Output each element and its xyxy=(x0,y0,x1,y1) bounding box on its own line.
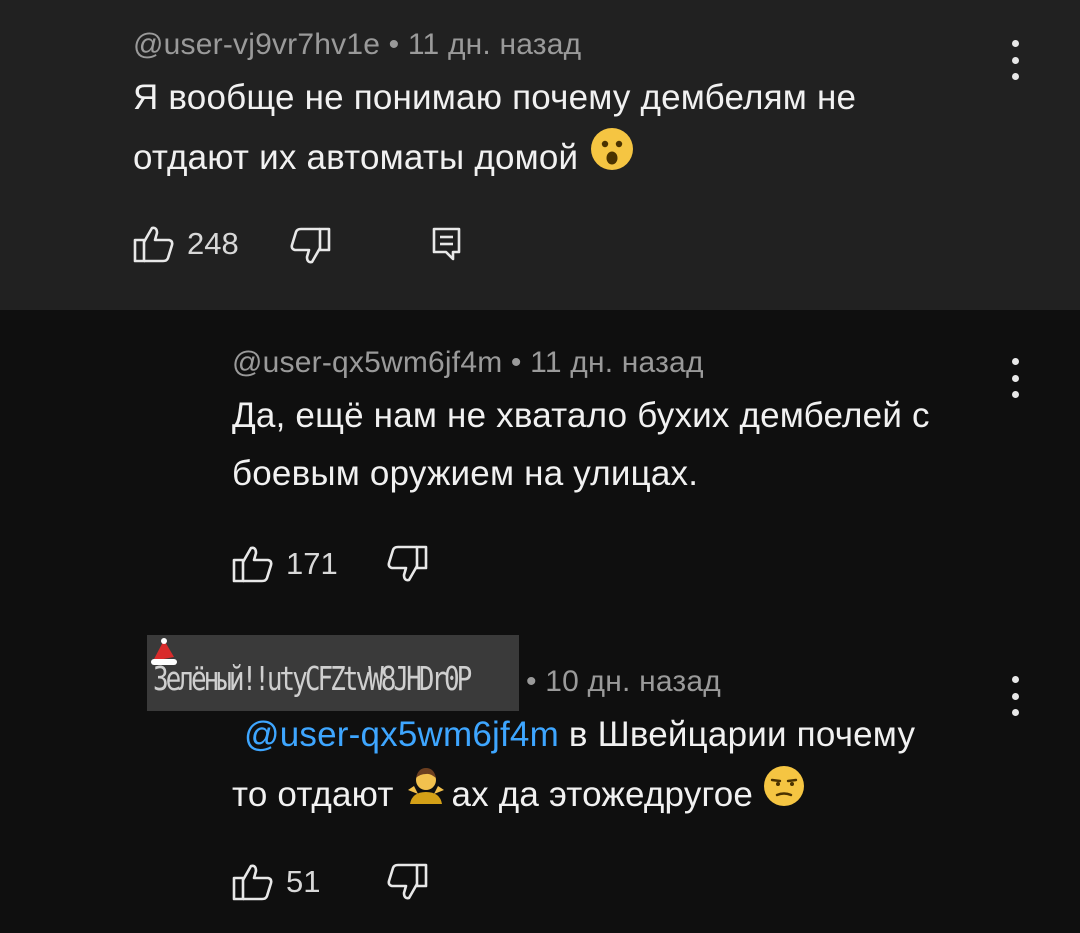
dislike-button[interactable] xyxy=(289,226,331,266)
highlighted-comment: @user-vj9vr7hv1e • 11 дн. назад Я вообще… xyxy=(0,0,1080,310)
comment-author[interactable]: @user-vj9vr7hv1e xyxy=(133,28,380,61)
comment-text-line: Я вообще не понимаю почему дембелям не xyxy=(133,78,857,117)
comment-text-line: отдают их автоматы домой xyxy=(133,138,579,177)
reply-button[interactable] xyxy=(431,226,463,262)
comment-text: @user-qx5wm6jf4m в Швейцарии почему то о… xyxy=(232,706,915,826)
comment-text-line: боевым оружием на улицах. xyxy=(232,454,699,493)
comment-meta: @user-vj9vr7hv1e • 11 дн. назад xyxy=(133,28,581,62)
comment-time: • 10 дн. назад xyxy=(526,665,721,698)
redacted-author-box[interactable]: Зелёный!!utyCFZtvW8JHDr0P xyxy=(147,635,519,711)
dislike-button[interactable] xyxy=(386,544,428,584)
like-button[interactable]: 171 xyxy=(232,544,338,584)
comment-author: Зелёный!!utyCFZtvW8JHDr0P xyxy=(153,661,472,699)
mention-link[interactable]: @user-qx5wm6jf4m xyxy=(244,715,559,754)
more-options-icon[interactable] xyxy=(1000,358,1030,398)
comment-text: Да, ещё нам не хватало бухих дембелей с … xyxy=(232,387,930,503)
like-button[interactable]: 51 xyxy=(232,862,320,902)
dislike-icon xyxy=(289,226,331,266)
reply-icon xyxy=(431,226,463,262)
like-icon xyxy=(232,544,274,584)
comment-author[interactable]: @user-qx5wm6jf4m xyxy=(232,346,502,379)
comment-text-line: Да, ещё нам не хватало бухих дембелей с xyxy=(232,396,930,435)
dislike-button[interactable] xyxy=(386,862,428,902)
comment-time: • 11 дн. назад xyxy=(380,28,582,61)
like-count: 171 xyxy=(286,546,338,581)
comment-text-segment: в Швейцарии почему xyxy=(558,715,916,754)
unamused-face-icon xyxy=(763,765,805,825)
like-icon xyxy=(232,862,274,902)
comment-text: Я вообще не понимаю почему дембелям не о… xyxy=(133,69,856,189)
astonished-face-icon xyxy=(590,127,634,189)
comment-text-segment: то отдают xyxy=(232,775,404,814)
like-icon xyxy=(133,224,175,264)
like-button[interactable]: 248 xyxy=(133,224,239,264)
like-count: 248 xyxy=(187,226,239,261)
comment-meta: @user-qx5wm6jf4m • 11 дн. назад xyxy=(232,346,704,380)
more-options-icon[interactable] xyxy=(1000,676,1030,716)
comment-text-segment: ах да этожедругое xyxy=(451,775,763,814)
comment-time: • 11 дн. назад xyxy=(502,346,704,379)
person-shrugging-icon xyxy=(404,764,448,826)
dislike-icon xyxy=(386,544,428,584)
dislike-icon xyxy=(386,862,428,902)
more-options-icon[interactable] xyxy=(1000,40,1030,80)
like-count: 51 xyxy=(286,864,321,899)
